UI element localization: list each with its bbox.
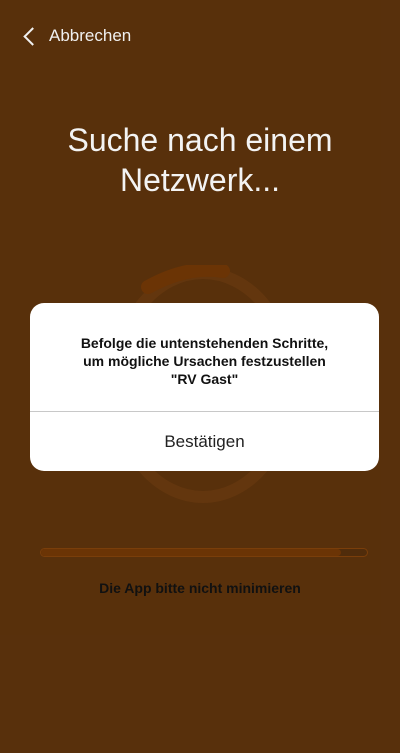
screen: Abbrechen Suche nach einem Netzwerk... D… (0, 0, 400, 753)
dialog-message-line-2: um mögliche Ursachen festzustellen (83, 353, 326, 369)
dialog-body: Befolge die untenstehenden Schritte, um … (30, 303, 379, 411)
confirm-button[interactable]: Bestätigen (30, 412, 379, 471)
alert-dialog: Befolge die untenstehenden Schritte, um … (30, 303, 379, 471)
dialog-network-name: "RV Gast" (170, 371, 239, 387)
dialog-message-line-1: Befolge die untenstehenden Schritte, (80, 335, 329, 351)
